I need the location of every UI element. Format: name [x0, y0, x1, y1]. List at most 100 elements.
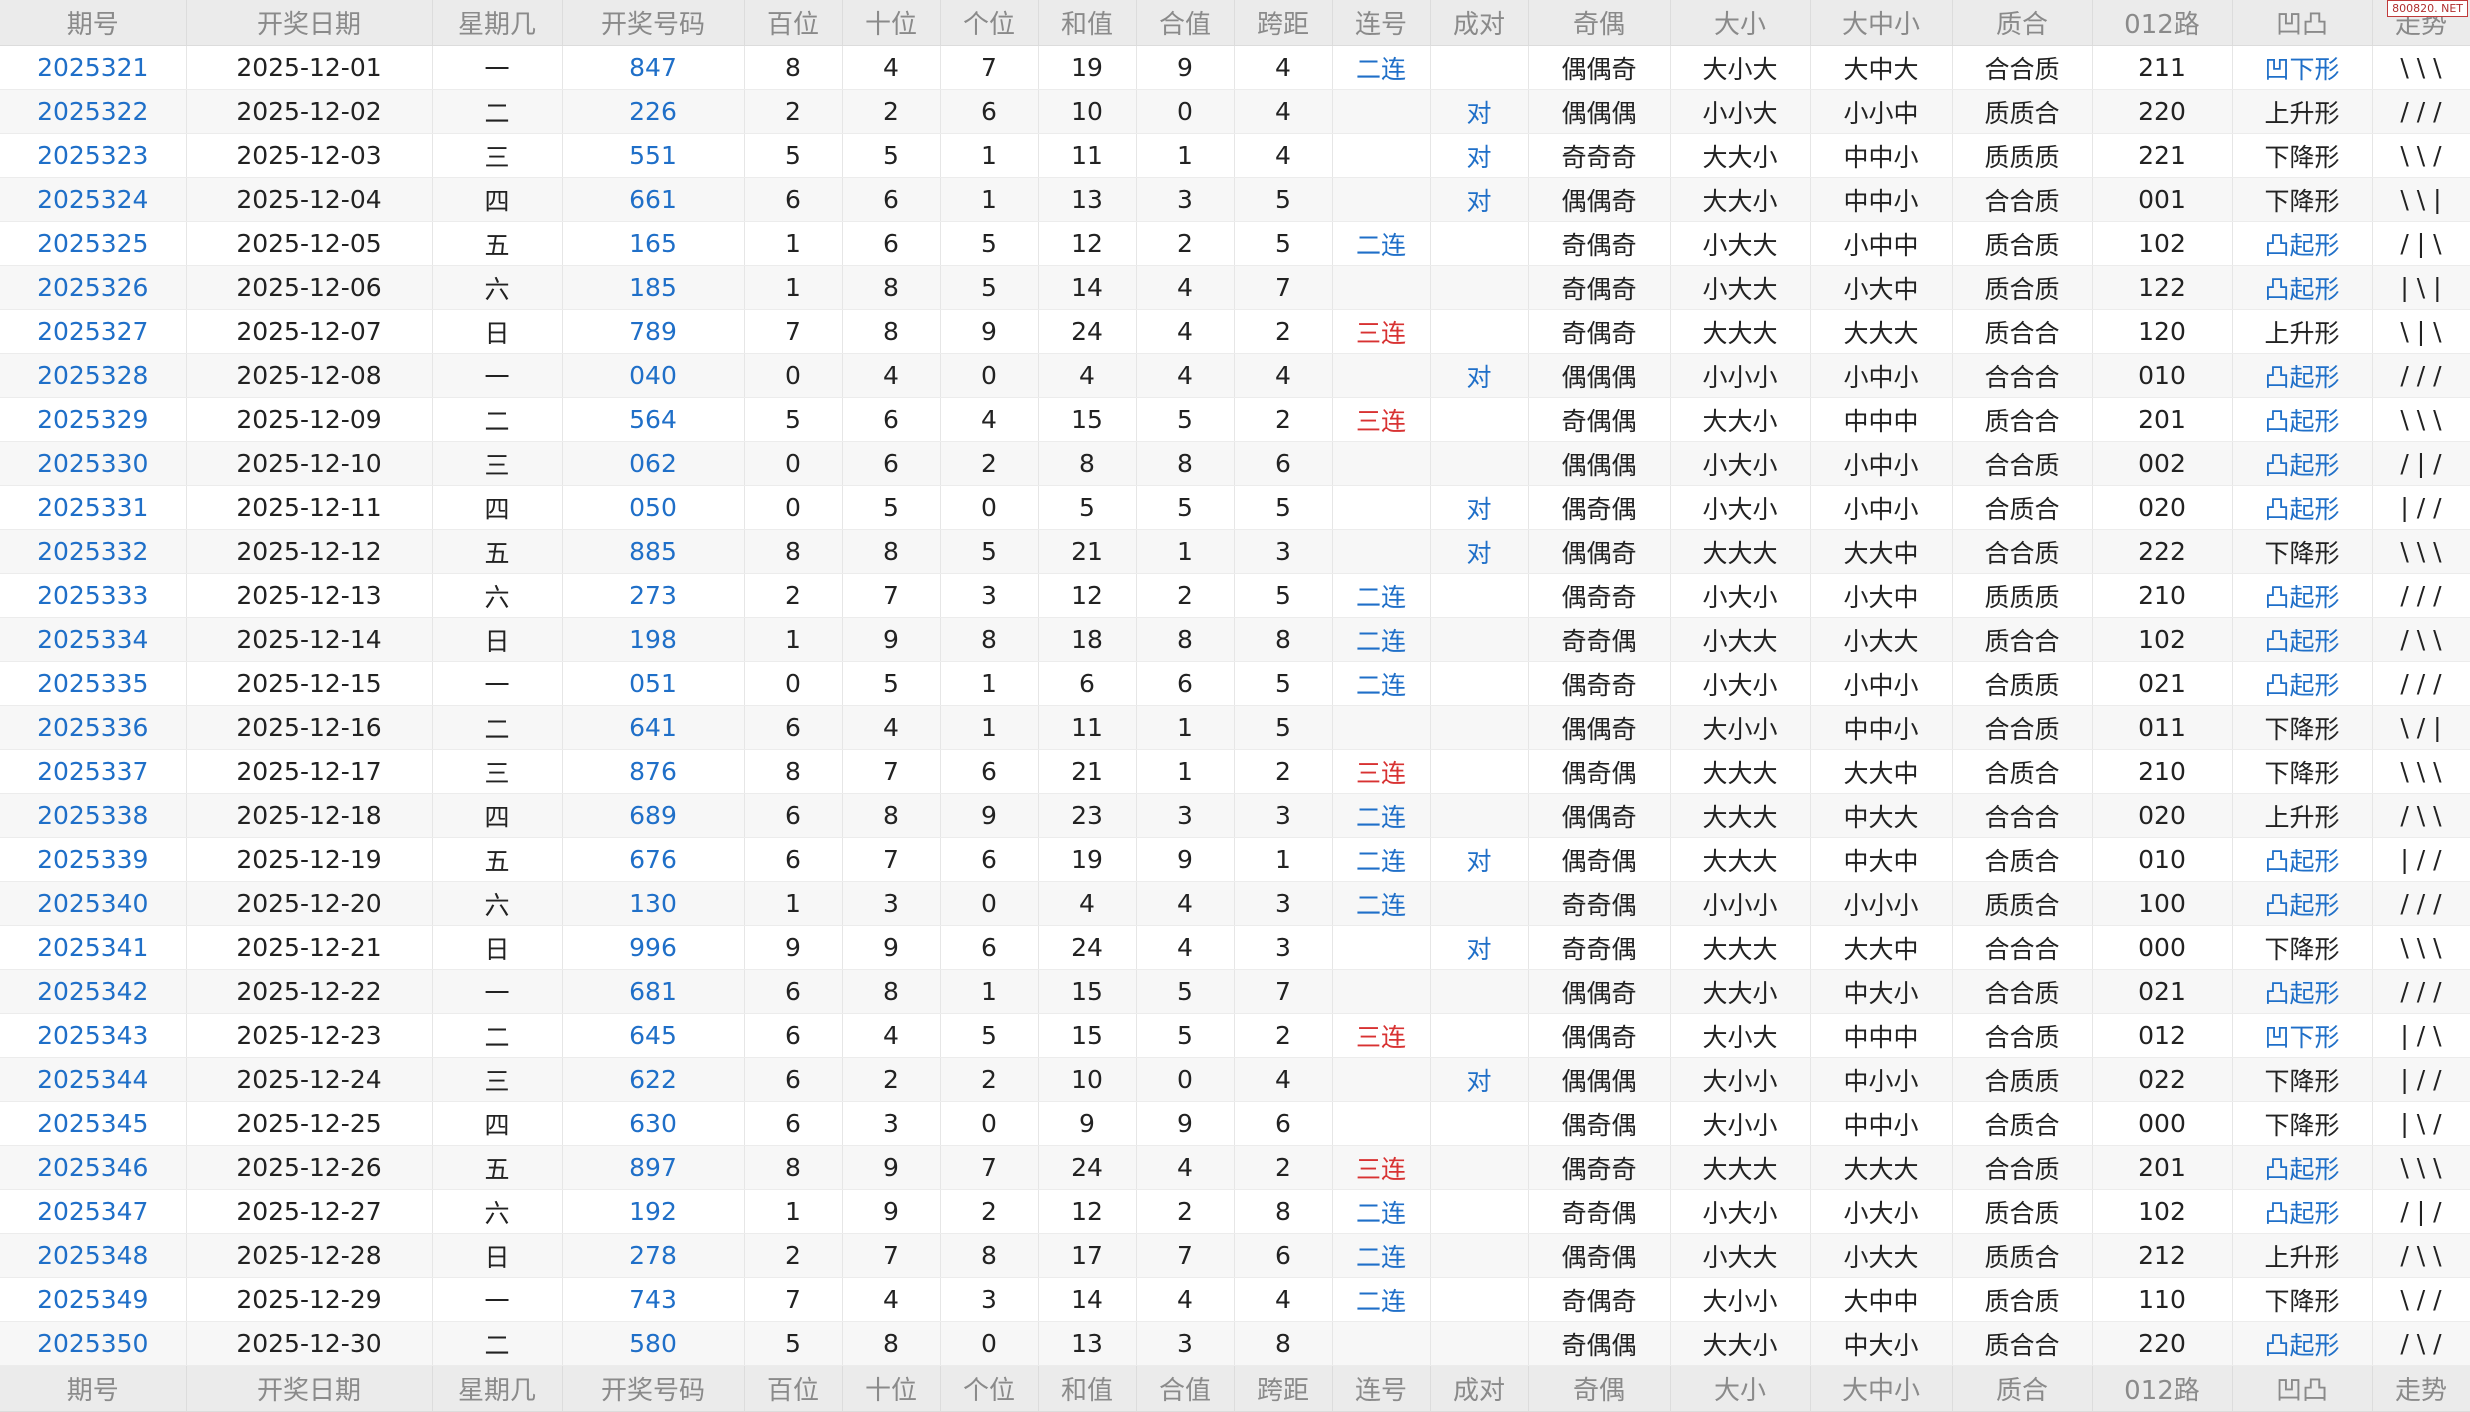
issue-number-cell[interactable]: 2025338 — [0, 793, 187, 838]
draw-number-cell[interactable]: 580 — [562, 1321, 745, 1366]
draw-number-cell[interactable]: 192 — [562, 1189, 745, 1234]
issue-number-cell[interactable]: 2025343 — [0, 1013, 187, 1058]
footer-col-hundreds: 百位 — [744, 1365, 843, 1412]
draw-number-cell[interactable]: 676 — [562, 837, 745, 882]
issue-number-cell[interactable]: 2025335 — [0, 661, 187, 706]
span-cell: 7 — [1234, 265, 1333, 310]
draw-number-cell[interactable]: 645 — [562, 1013, 745, 1058]
pair-cell: 对 — [1430, 485, 1529, 530]
pair-cell — [1430, 705, 1529, 750]
site-watermark-tag: 800820. NET — [2387, 0, 2468, 17]
header-col-prime-composite: 质合 — [1952, 0, 2093, 46]
issue-number-cell[interactable]: 2025325 — [0, 221, 187, 266]
issue-number-cell[interactable]: 2025336 — [0, 705, 187, 750]
issue-number-cell[interactable]: 2025342 — [0, 969, 187, 1014]
draw-number-cell[interactable]: 185 — [562, 265, 745, 310]
draw-number-cell[interactable]: 198 — [562, 617, 745, 662]
draw-number-cell[interactable]: 273 — [562, 573, 745, 618]
draw-number-cell[interactable]: 789 — [562, 309, 745, 354]
issue-number-cell[interactable]: 2025349 — [0, 1277, 187, 1322]
draw-number-cell[interactable]: 885 — [562, 529, 745, 574]
draw-number-cell[interactable]: 996 — [562, 925, 745, 970]
draw-number-cell[interactable]: 040 — [562, 353, 745, 398]
digit-sum-cell: 12 — [1038, 1189, 1137, 1234]
road-012-cell: 022 — [2092, 1057, 2233, 1102]
draw-number-cell[interactable]: 050 — [562, 485, 745, 530]
issue-number-cell[interactable]: 2025326 — [0, 265, 187, 310]
issue-number-cell[interactable]: 2025331 — [0, 485, 187, 530]
draw-number-cell[interactable]: 630 — [562, 1101, 745, 1146]
draw-number-cell[interactable]: 641 — [562, 705, 745, 750]
issue-number-cell[interactable]: 2025334 — [0, 617, 187, 662]
issue-number-cell[interactable]: 2025347 — [0, 1189, 187, 1234]
draw-number-cell[interactable]: 689 — [562, 793, 745, 838]
draw-number-cell[interactable]: 743 — [562, 1277, 745, 1322]
issue-number-cell[interactable]: 2025333 — [0, 573, 187, 618]
issue-number-cell[interactable]: 2025341 — [0, 925, 187, 970]
big-mid-small-cell: 大中中 — [1810, 1277, 1953, 1322]
draw-date-cell: 2025-12-07 — [186, 309, 433, 354]
draw-number-cell[interactable]: 564 — [562, 397, 745, 442]
draw-number-cell[interactable]: 847 — [562, 45, 745, 90]
issue-number-cell[interactable]: 2025344 — [0, 1057, 187, 1102]
weekday-cell: 六 — [432, 265, 563, 310]
road-012-cell: 122 — [2092, 265, 2233, 310]
trend-cell: / / / — [2372, 881, 2470, 926]
table-row: 2025332 2025-12-12 五 885 8 8 5 21 1 3 对偶偶奇 大大大 大大中 合合… — [0, 529, 2470, 574]
issue-number-cell[interactable]: 2025339 — [0, 837, 187, 882]
issue-number-cell[interactable]: 2025329 — [0, 397, 187, 442]
issue-number-cell[interactable]: 2025321 — [0, 45, 187, 90]
digit-sum-cell: 24 — [1038, 309, 1137, 354]
draw-number-cell[interactable]: 165 — [562, 221, 745, 266]
pair-cell — [1430, 441, 1529, 486]
units-digit-cell: 7 — [940, 1145, 1039, 1190]
draw-number-cell[interactable]: 226 — [562, 89, 745, 134]
draw-number-cell[interactable]: 876 — [562, 749, 745, 794]
issue-number-cell[interactable]: 2025324 — [0, 177, 187, 222]
issue-number-cell[interactable]: 2025322 — [0, 89, 187, 134]
draw-date-cell: 2025-12-19 — [186, 837, 433, 882]
issue-number-cell[interactable]: 2025330 — [0, 441, 187, 486]
issue-number-cell[interactable]: 2025323 — [0, 133, 187, 178]
table-row: 2025350 2025-12-30 二 580 5 8 0 13 3 8 奇偶偶 大大小 中大小 质合合… — [0, 1321, 2470, 1366]
table-footer-row: 期号 开奖日期 星期几 开奖号码 百位 十位 个位 和值 合值 跨距 连号 成对 奇偶 大小 大中小 质合 01… — [0, 1365, 2470, 1412]
digit-sum-cell: 21 — [1038, 749, 1137, 794]
draw-number-cell[interactable]: 661 — [562, 177, 745, 222]
issue-number-cell[interactable]: 2025328 — [0, 353, 187, 398]
big-mid-small-cell: 中小小 — [1810, 1057, 1953, 1102]
draw-number-cell[interactable]: 551 — [562, 133, 745, 178]
draw-number-cell[interactable]: 278 — [562, 1233, 745, 1278]
units-digit-cell: 1 — [940, 661, 1039, 706]
tens-digit-cell: 7 — [842, 573, 941, 618]
draw-number-cell[interactable]: 051 — [562, 661, 745, 706]
road-012-cell: 102 — [2092, 617, 2233, 662]
issue-number-cell[interactable]: 2025337 — [0, 749, 187, 794]
tens-digit-cell: 4 — [842, 353, 941, 398]
sum-mod-cell: 3 — [1136, 793, 1235, 838]
issue-number-cell[interactable]: 2025332 — [0, 529, 187, 574]
consecutive-cell: 三连 — [1332, 397, 1431, 442]
header-col-pair: 成对 — [1430, 0, 1529, 46]
draw-number-cell[interactable]: 130 — [562, 881, 745, 926]
issue-number-cell[interactable]: 2025340 — [0, 881, 187, 926]
table-header-row: 期号 开奖日期 星期几 开奖号码 百位 十位 个位 和值 合值 跨距 连号 成对 奇偶 大小 大中小 质合 01… — [0, 0, 2470, 46]
tens-digit-cell: 4 — [842, 705, 941, 750]
pair-cell — [1430, 1013, 1529, 1058]
issue-number-cell[interactable]: 2025346 — [0, 1145, 187, 1190]
issue-number-cell[interactable]: 2025348 — [0, 1233, 187, 1278]
span-cell: 7 — [1234, 969, 1333, 1014]
issue-number-cell[interactable]: 2025345 — [0, 1101, 187, 1146]
draw-number-cell[interactable]: 062 — [562, 441, 745, 486]
draw-number-cell[interactable]: 681 — [562, 969, 745, 1014]
prime-composite-cell: 质合质 — [1952, 1277, 2093, 1322]
trend-cell: \ \ \ — [2372, 1145, 2470, 1190]
header-col-tens: 十位 — [842, 0, 941, 46]
issue-number-cell[interactable]: 2025327 — [0, 309, 187, 354]
road-012-cell: 120 — [2092, 309, 2233, 354]
draw-number-cell[interactable]: 622 — [562, 1057, 745, 1102]
draw-date-cell: 2025-12-30 — [186, 1321, 433, 1366]
road-012-cell: 201 — [2092, 1145, 2233, 1190]
hundreds-digit-cell: 6 — [744, 793, 843, 838]
issue-number-cell[interactable]: 2025350 — [0, 1321, 187, 1366]
draw-number-cell[interactable]: 897 — [562, 1145, 745, 1190]
